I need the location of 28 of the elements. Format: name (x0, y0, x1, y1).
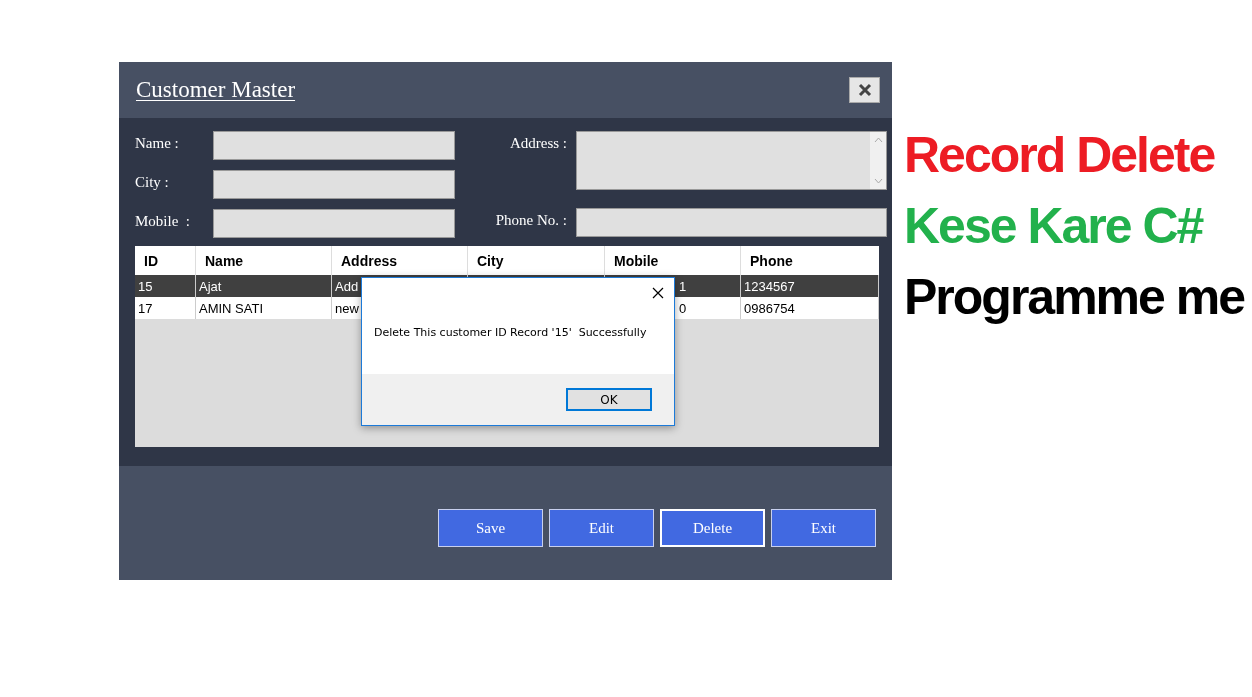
ok-button[interactable]: OK (566, 388, 652, 411)
field-label: Phone No. : (494, 211, 568, 229)
caption-text: Programme me (904, 270, 1245, 325)
text-field[interactable] (576, 208, 887, 237)
close-button[interactable] (849, 77, 880, 103)
table-cell: 17 (135, 297, 196, 319)
table-cell: 0986754 (741, 297, 879, 319)
field-label: Name : (135, 134, 180, 152)
window-title: Customer Master (136, 77, 296, 103)
field-label: Address : (508, 134, 568, 152)
table-cell: AMIN SATI (196, 297, 332, 319)
action-button[interactable]: Save (438, 509, 543, 547)
action-button[interactable]: Exit (771, 509, 876, 547)
scrollbar[interactable] (870, 132, 886, 189)
close-icon (857, 83, 872, 97)
text-field[interactable] (213, 209, 455, 238)
text-field[interactable] (213, 170, 455, 199)
column-header[interactable]: Phone (741, 246, 879, 275)
field-label: Mobile : (135, 212, 191, 230)
field-label: City : (135, 173, 170, 191)
caption-text: Record Delete (904, 128, 1216, 183)
action-button[interactable]: Delete (660, 509, 765, 547)
text-field[interactable] (213, 131, 455, 160)
close-icon[interactable] (652, 287, 664, 299)
address-field[interactable] (576, 131, 887, 190)
dialog-message: Delete This customer ID Record '15' Successfully (374, 325, 647, 339)
action-button[interactable]: Edit (549, 509, 654, 547)
caption-text: Kese Kare C# (904, 199, 1204, 254)
